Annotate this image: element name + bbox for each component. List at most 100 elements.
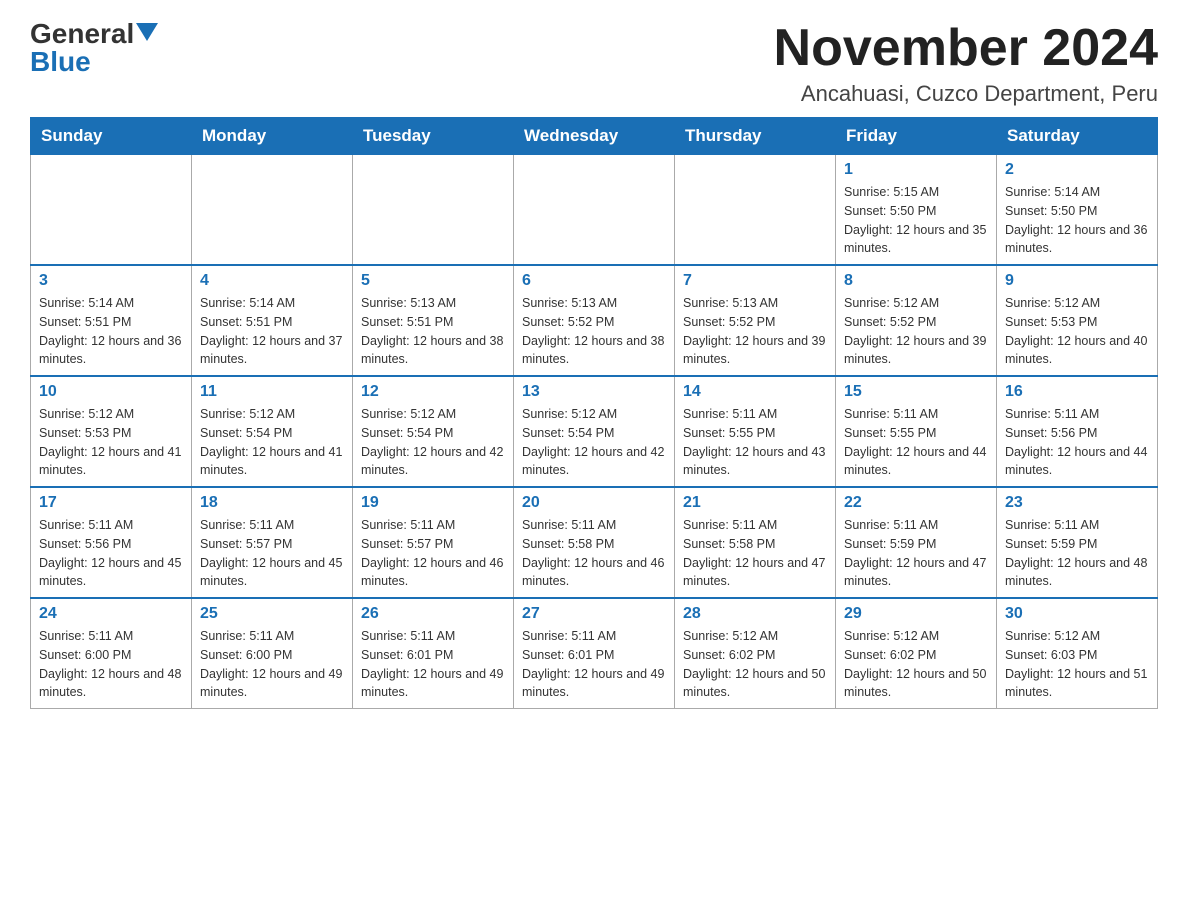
calendar-table: SundayMondayTuesdayWednesdayThursdayFrid…: [30, 117, 1158, 709]
header-sunday: Sunday: [31, 118, 192, 155]
day-cell-9-1-6: 9 Sunrise: 5:12 AMSunset: 5:53 PMDaylight…: [997, 265, 1158, 376]
day-cell-7-1-4: 7Sunrise: 5:13 AMSunset: 5:52 PMDaylight…: [675, 265, 836, 376]
day-number: 3: [39, 272, 183, 290]
day-number: 24: [39, 605, 183, 623]
header-thursday: Thursday: [675, 118, 836, 155]
day-cell-13-2-3: 13Sunrise: 5:12 AMSunset: 5:54 PMDayligh…: [514, 376, 675, 487]
month-title: November 2024: [774, 20, 1158, 77]
day-number: 1: [844, 161, 988, 179]
day-info: Sunrise: 5:11 AMSunset: 5:56 PMDaylight:…: [1005, 405, 1149, 480]
day-number: 23: [1005, 494, 1149, 512]
day-info: Sunrise: 5:12 AMSunset: 5:53 PMDaylight:…: [1005, 294, 1149, 369]
logo-blue-text: Blue: [30, 48, 91, 76]
day-cell-20-3-3: 20 Sunrise: 5:11 AMSunset: 5:58 PMDayligh…: [514, 487, 675, 598]
day-info: Sunrise: 5:11 AMSunset: 5:59 PMDaylight:…: [1005, 516, 1149, 591]
header-monday: Monday: [192, 118, 353, 155]
day-info: Sunrise: 5:14 AMSunset: 5:51 PMDaylight:…: [200, 294, 344, 369]
day-cell-empty-0-4: [675, 155, 836, 266]
day-cell-24-4-0: 24 Sunrise: 5:11 AMSunset: 6:00 PMDayligh…: [31, 598, 192, 709]
day-number: 16: [1005, 383, 1149, 401]
day-cell-25-4-1: 25 Sunrise: 5:11 AMSunset: 6:00 PMDayligh…: [192, 598, 353, 709]
day-number: 21: [683, 494, 827, 512]
day-cell-empty-0-3: [514, 155, 675, 266]
day-info: Sunrise: 5:12 AMSunset: 5:53 PMDaylight:…: [39, 405, 183, 480]
day-cell-19-3-2: 19 Sunrise: 5:11 AMSunset: 5:57 PMDayligh…: [353, 487, 514, 598]
logo-general-text: General: [30, 20, 134, 48]
day-info: Sunrise: 5:14 AMSunset: 5:50 PMDaylight:…: [1005, 183, 1149, 258]
header-saturday: Saturday: [997, 118, 1158, 155]
day-number: 8: [844, 272, 988, 290]
header-friday: Friday: [836, 118, 997, 155]
day-info: Sunrise: 5:11 AMSunset: 6:00 PMDaylight:…: [39, 627, 183, 702]
day-info: Sunrise: 5:12 AMSunset: 5:54 PMDaylight:…: [522, 405, 666, 480]
location-text: Ancahuasi, Cuzco Department, Peru: [774, 81, 1158, 107]
day-info: Sunrise: 5:11 AMSunset: 5:59 PMDaylight:…: [844, 516, 988, 591]
day-number: 6: [522, 272, 666, 290]
day-cell-21-3-4: 21 Sunrise: 5:11 AMSunset: 5:58 PMDayligh…: [675, 487, 836, 598]
day-cell-27-4-3: 27 Sunrise: 5:11 AMSunset: 6:01 PMDayligh…: [514, 598, 675, 709]
day-info: Sunrise: 5:12 AMSunset: 5:54 PMDaylight:…: [361, 405, 505, 480]
day-number: 30: [1005, 605, 1149, 623]
day-info: Sunrise: 5:11 AMSunset: 5:58 PMDaylight:…: [683, 516, 827, 591]
day-cell-11-2-1: 11Sunrise: 5:12 AMSunset: 5:54 PMDayligh…: [192, 376, 353, 487]
day-number: 12: [361, 383, 505, 401]
day-number: 25: [200, 605, 344, 623]
day-cell-15-2-5: 15 Sunrise: 5:11 AMSunset: 5:55 PMDayligh…: [836, 376, 997, 487]
day-info: Sunrise: 5:11 AMSunset: 6:01 PMDaylight:…: [361, 627, 505, 702]
page-header: General Blue November 2024 Ancahuasi, Cu…: [30, 20, 1158, 107]
day-info: Sunrise: 5:11 AMSunset: 5:56 PMDaylight:…: [39, 516, 183, 591]
day-number: 4: [200, 272, 344, 290]
day-info: Sunrise: 5:11 AMSunset: 5:55 PMDaylight:…: [683, 405, 827, 480]
day-number: 18: [200, 494, 344, 512]
day-info: Sunrise: 5:12 AMSunset: 6:02 PMDaylight:…: [683, 627, 827, 702]
day-info: Sunrise: 5:11 AMSunset: 5:57 PMDaylight:…: [361, 516, 505, 591]
day-info: Sunrise: 5:11 AMSunset: 6:01 PMDaylight:…: [522, 627, 666, 702]
day-cell-6-1-3: 6 Sunrise: 5:13 AMSunset: 5:52 PMDaylight…: [514, 265, 675, 376]
day-number: 28: [683, 605, 827, 623]
day-cell-26-4-2: 26 Sunrise: 5:11 AMSunset: 6:01 PMDayligh…: [353, 598, 514, 709]
day-number: 5: [361, 272, 505, 290]
day-cell-17-3-0: 17 Sunrise: 5:11 AMSunset: 5:56 PMDayligh…: [31, 487, 192, 598]
day-cell-18-3-1: 18Sunrise: 5:11 AMSunset: 5:57 PMDayligh…: [192, 487, 353, 598]
day-number: 15: [844, 383, 988, 401]
day-info: Sunrise: 5:15 AMSunset: 5:50 PMDaylight:…: [844, 183, 988, 258]
week-row-1: 1 Sunrise: 5:15 AMSunset: 5:50 PMDaylight…: [31, 155, 1158, 266]
day-number: 26: [361, 605, 505, 623]
day-number: 27: [522, 605, 666, 623]
day-cell-empty-0-0: [31, 155, 192, 266]
day-cell-10-2-0: 10 Sunrise: 5:12 AMSunset: 5:53 PMDayligh…: [31, 376, 192, 487]
day-info: Sunrise: 5:11 AMSunset: 5:58 PMDaylight:…: [522, 516, 666, 591]
day-cell-23-3-6: 23 Sunrise: 5:11 AMSunset: 5:59 PMDayligh…: [997, 487, 1158, 598]
day-info: Sunrise: 5:13 AMSunset: 5:52 PMDaylight:…: [522, 294, 666, 369]
day-number: 19: [361, 494, 505, 512]
day-number: 10: [39, 383, 183, 401]
day-number: 14: [683, 383, 827, 401]
day-number: 20: [522, 494, 666, 512]
title-block: November 2024 Ancahuasi, Cuzco Departmen…: [774, 20, 1158, 107]
day-cell-4-1-1: 4 Sunrise: 5:14 AMSunset: 5:51 PMDaylight…: [192, 265, 353, 376]
day-number: 9: [1005, 272, 1149, 290]
day-info: Sunrise: 5:14 AMSunset: 5:51 PMDaylight:…: [39, 294, 183, 369]
week-row-3: 10 Sunrise: 5:12 AMSunset: 5:53 PMDayligh…: [31, 376, 1158, 487]
day-cell-1-0-5: 1 Sunrise: 5:15 AMSunset: 5:50 PMDaylight…: [836, 155, 997, 266]
week-row-2: 3 Sunrise: 5:14 AMSunset: 5:51 PMDaylight…: [31, 265, 1158, 376]
day-cell-2-0-6: 2 Sunrise: 5:14 AMSunset: 5:50 PMDaylight…: [997, 155, 1158, 266]
week-row-4: 17 Sunrise: 5:11 AMSunset: 5:56 PMDayligh…: [31, 487, 1158, 598]
day-cell-12-2-2: 12 Sunrise: 5:12 AMSunset: 5:54 PMDayligh…: [353, 376, 514, 487]
day-cell-22-3-5: 22Sunrise: 5:11 AMSunset: 5:59 PMDayligh…: [836, 487, 997, 598]
day-cell-28-4-4: 28 Sunrise: 5:12 AMSunset: 6:02 PMDayligh…: [675, 598, 836, 709]
logo-triangle-icon: [136, 23, 158, 41]
day-number: 2: [1005, 161, 1149, 179]
day-info: Sunrise: 5:11 AMSunset: 5:55 PMDaylight:…: [844, 405, 988, 480]
day-cell-29-4-5: 29Sunrise: 5:12 AMSunset: 6:02 PMDayligh…: [836, 598, 997, 709]
day-info: Sunrise: 5:12 AMSunset: 5:52 PMDaylight:…: [844, 294, 988, 369]
day-info: Sunrise: 5:12 AMSunset: 5:54 PMDaylight:…: [200, 405, 344, 480]
header-tuesday: Tuesday: [353, 118, 514, 155]
day-cell-8-1-5: 8 Sunrise: 5:12 AMSunset: 5:52 PMDaylight…: [836, 265, 997, 376]
day-info: Sunrise: 5:12 AMSunset: 6:03 PMDaylight:…: [1005, 627, 1149, 702]
day-info: Sunrise: 5:11 AMSunset: 6:00 PMDaylight:…: [200, 627, 344, 702]
day-number: 7: [683, 272, 827, 290]
day-number: 17: [39, 494, 183, 512]
week-row-5: 24 Sunrise: 5:11 AMSunset: 6:00 PMDayligh…: [31, 598, 1158, 709]
day-info: Sunrise: 5:13 AMSunset: 5:51 PMDaylight:…: [361, 294, 505, 369]
